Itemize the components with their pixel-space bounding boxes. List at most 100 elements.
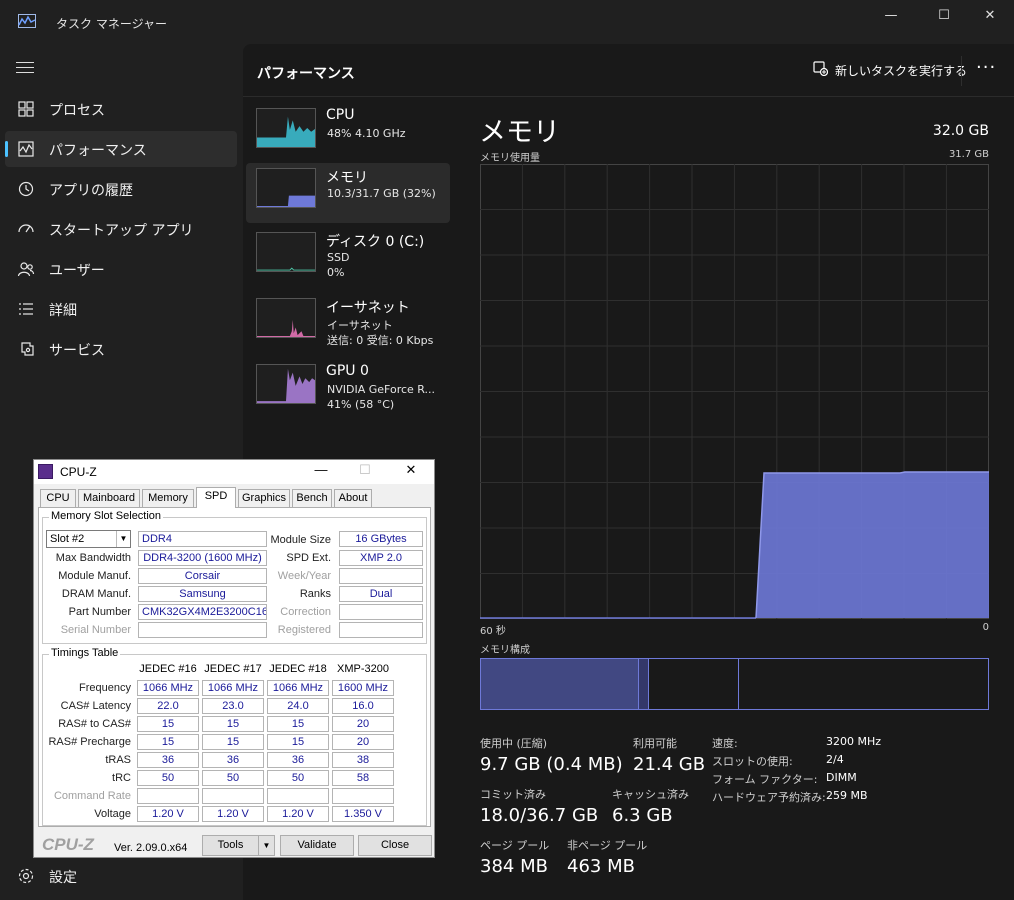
cpuz-title: CPU-Z	[60, 465, 97, 479]
cached-value: 6.3 GB	[612, 805, 673, 826]
sidebar-item-label: ユーザー	[49, 263, 105, 279]
device-name: メモリ	[326, 170, 368, 186]
week-year-value	[339, 568, 423, 584]
content-header: パフォーマンス 新しいタスクを実行する ···	[243, 44, 1014, 97]
timing-cell: 1600 MHz	[332, 680, 394, 696]
spd-ext-label: SPD Ext.	[286, 552, 331, 564]
sidebar-item-performance[interactable]: パフォーマンス	[5, 131, 237, 167]
device-stats: 41% (58 °C)	[327, 398, 395, 411]
timing-cell: 36	[267, 752, 329, 768]
device-item-gpu[interactable]: GPU 0 NVIDIA GeForce R... 41% (58 °C)	[246, 359, 450, 419]
tab-mainboard[interactable]: Mainboard	[78, 489, 140, 507]
cpuz-window: CPU-Z — ☐ ✕ CPU Mainboard Memory SPD Gra…	[33, 459, 435, 858]
in-use-value: 9.7 GB (0.4 MB)	[480, 754, 623, 775]
usage-label: メモリ使用量	[480, 153, 540, 164]
cpuz-close-button[interactable]: ✕	[396, 462, 426, 478]
sidebar-item-services[interactable]: サービス	[5, 331, 237, 367]
timing-cell: 22.0	[137, 698, 199, 714]
memory-usage-graph	[480, 164, 989, 619]
tab-spd[interactable]: SPD	[196, 487, 236, 508]
timing-row-label: Frequency	[79, 682, 131, 694]
sidebar-item-label: サービス	[49, 343, 105, 359]
paged-pool-value: 384 MB	[480, 856, 548, 877]
max-bandwidth-label: Max Bandwidth	[55, 552, 131, 564]
registered-value	[339, 622, 423, 638]
cpuz-title-bar: CPU-Z — ☐ ✕	[34, 460, 434, 484]
sidebar-item-label: パフォーマンス	[49, 143, 147, 159]
sidebar-item-startup-apps[interactable]: スタートアップ アプリ	[5, 211, 237, 247]
ranks-value: Dual	[339, 586, 423, 602]
tab-bench[interactable]: Bench	[292, 489, 332, 507]
device-stats: 送信: 0 受信: 0 Kbps	[327, 334, 434, 347]
device-type: SSD	[327, 251, 350, 264]
speed-value: 3200 MHz	[826, 735, 882, 748]
minimize-button[interactable]: —	[868, 6, 914, 26]
maximize-button[interactable]: ☐	[921, 6, 967, 26]
part-number-label: Part Number	[68, 606, 131, 618]
serial-number-value	[138, 622, 267, 638]
hw-reserved-label: ハードウェア予約済み:	[712, 791, 826, 804]
hamburger-menu-icon[interactable]	[16, 62, 34, 77]
settings-label: 設定	[49, 870, 77, 886]
timing-cell: 1.20 V	[267, 806, 329, 822]
device-item-ethernet[interactable]: イーサネット イーサネット 送信: 0 受信: 0 Kbps	[246, 293, 450, 353]
nonpaged-pool-label: 非ページ プール	[567, 839, 648, 852]
tab-graphics[interactable]: Graphics	[238, 489, 290, 507]
task-manager-app-icon	[18, 14, 36, 28]
form-factor-label: フォーム ファクター:	[712, 773, 818, 786]
timing-cell	[332, 788, 394, 804]
part-number-value: CMK32GX4M2E3200C16	[138, 604, 267, 620]
timing-cell: 20	[332, 716, 394, 732]
timing-row-label: Command Rate	[53, 790, 131, 802]
history-icon	[18, 181, 34, 197]
slot-select[interactable]: Slot #2 ▼	[46, 530, 131, 548]
device-item-memory[interactable]: メモリ 10.3/31.7 GB (32%)	[246, 163, 450, 223]
spd-ext-value: XMP 2.0	[339, 550, 423, 566]
cpu-thumbnail-graph	[256, 108, 316, 148]
cpuz-minimize-button[interactable]: —	[306, 462, 336, 477]
cpuz-close-dialog-button[interactable]: Close	[358, 835, 432, 856]
timing-cell: 15	[137, 734, 199, 750]
tab-about[interactable]: About	[334, 489, 372, 507]
validate-button[interactable]: Validate	[280, 835, 354, 856]
device-name: GPU 0	[326, 363, 369, 379]
sidebar-item-app-history[interactable]: アプリの履歴	[5, 171, 237, 207]
process-grid-icon	[18, 101, 34, 117]
more-options-button[interactable]: ···	[976, 57, 996, 78]
group-label: Memory Slot Selection	[49, 510, 164, 522]
sidebar-item-details[interactable]: 詳細	[5, 291, 237, 327]
composition-modified	[638, 659, 649, 709]
device-item-cpu[interactable]: CPU 48% 4.10 GHz	[246, 103, 450, 163]
slot-select-value: Slot #2	[50, 533, 85, 545]
paged-pool-label: ページ プール	[480, 839, 550, 852]
memory-composition-bar	[480, 658, 989, 710]
dram-manuf-value: Samsung	[138, 586, 267, 602]
sidebar-item-users[interactable]: ユーザー	[5, 251, 237, 287]
run-new-task-button[interactable]: 新しいタスクを実行する	[813, 61, 968, 79]
sidebar-item-processes[interactable]: プロセス	[5, 91, 237, 127]
chevron-down-icon[interactable]: ▼	[258, 836, 274, 855]
timing-cell: 50	[202, 770, 264, 786]
memory-title: メモリ	[479, 117, 560, 148]
timing-row-label: Voltage	[94, 808, 131, 820]
close-button[interactable]: ✕	[967, 6, 1013, 26]
group-label: Timings Table	[49, 647, 121, 659]
sidebar-item-settings[interactable]: 設定	[5, 858, 237, 894]
form-factor-value: DIMM	[826, 771, 857, 784]
device-item-disk[interactable]: ディスク 0 (C:) SSD 0%	[246, 227, 450, 287]
committed-label: コミット済み	[480, 788, 546, 801]
run-task-label: 新しいタスクを実行する	[835, 64, 968, 78]
timing-cell: 24.0	[267, 698, 329, 714]
sidebar-item-label: プロセス	[49, 103, 105, 119]
timing-cell: 1066 MHz	[137, 680, 199, 696]
timing-col-header: JEDEC #17	[204, 663, 262, 675]
tab-cpu[interactable]: CPU	[40, 489, 76, 507]
timing-cell: 38	[332, 752, 394, 768]
slots-used-value: 2/4	[826, 753, 844, 766]
timing-col-header: JEDEC #18	[269, 663, 327, 675]
tab-memory[interactable]: Memory	[142, 489, 194, 507]
correction-label: Correction	[280, 606, 331, 618]
run-task-icon	[813, 61, 828, 76]
tools-button[interactable]: Tools ▼	[202, 835, 275, 856]
available-value: 21.4 GB	[633, 754, 706, 775]
